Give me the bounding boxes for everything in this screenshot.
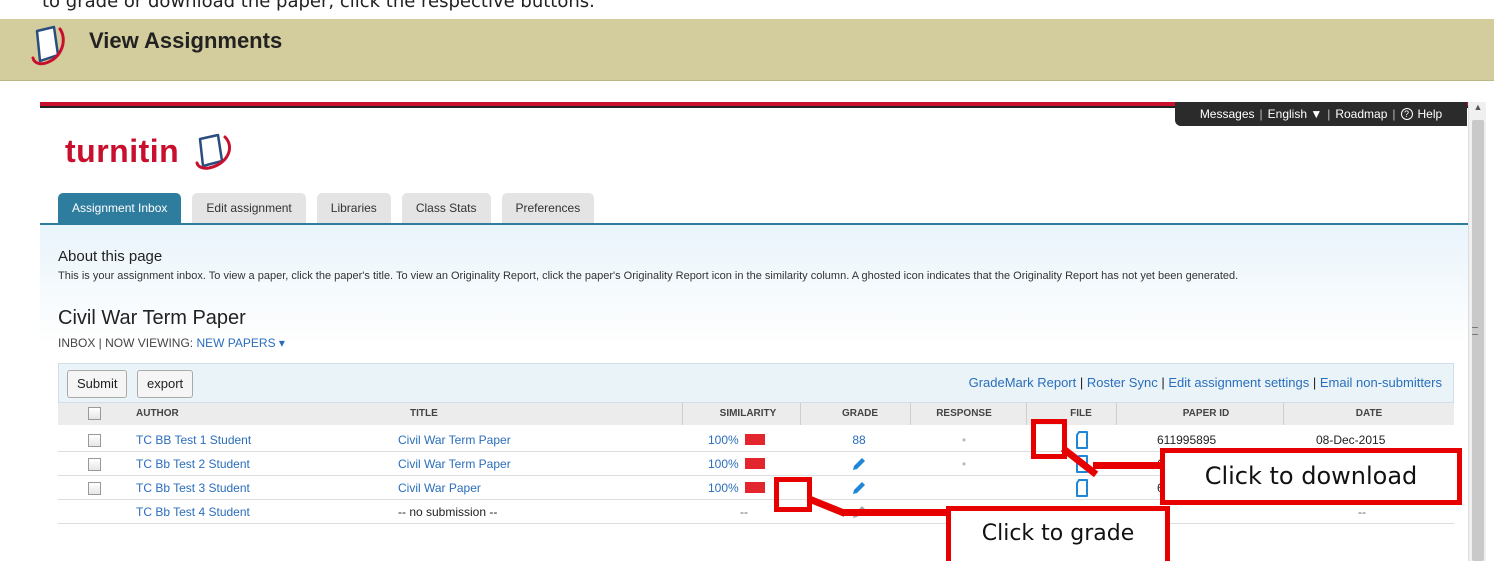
viewing-select[interactable]: NEW PAPERS ▾ — [196, 336, 284, 350]
pencil-icon — [853, 458, 865, 470]
similarity-report[interactable]: 100% — [708, 453, 765, 476]
row-checkbox[interactable] — [88, 482, 101, 495]
turnitin-logo: turnitin — [65, 133, 231, 170]
turnitin-logo-icon — [195, 133, 231, 170]
author-link[interactable]: TC Bb Test 4 Student — [136, 501, 250, 524]
grade-callout-label: Click to grade — [946, 506, 1170, 561]
toolbar-separator: | — [1079, 375, 1084, 390]
grade-button[interactable] — [851, 477, 869, 500]
tab-assignment-inbox[interactable]: Assignment Inbox — [58, 193, 182, 223]
scroll-grip-icon — [1472, 327, 1478, 335]
author-link[interactable]: TC Bb Test 2 Student — [136, 453, 250, 476]
help-icon[interactable]: ? — [1400, 108, 1413, 120]
vertical-scrollbar[interactable]: ▲ — [1468, 102, 1486, 561]
top-utility-bar: Messages | English ▼ | Roadmap | ? Help — [1175, 102, 1467, 126]
viewing-filter: INBOX | NOW VIEWING: NEW PAPERS ▾ — [58, 336, 285, 350]
tab-edit-assignment[interactable]: Edit assignment — [192, 193, 306, 223]
assignment-title: Civil War Term Paper — [58, 307, 246, 329]
similarity-bar-icon — [744, 458, 765, 469]
about-title: About this page — [58, 248, 163, 265]
toolbar-separator: | — [1161, 375, 1165, 390]
col-date[interactable]: DATE — [1314, 403, 1424, 425]
paper-title-link[interactable]: Civil War Term Paper — [398, 453, 511, 476]
help-link[interactable]: Help — [1418, 107, 1443, 121]
col-response[interactable]: RESPONSE — [924, 403, 1004, 425]
export-button[interactable]: export — [137, 370, 194, 398]
author-link[interactable]: TC Bb Test 3 Student — [136, 477, 250, 500]
similarity-bar-icon — [744, 434, 765, 445]
caption-label: to grade or download the paper, click th… — [42, 0, 595, 12]
page-title: View Assignments — [89, 28, 283, 53]
edit-assignment-settings-link[interactable]: Edit assignment settings — [1168, 375, 1309, 390]
download-callout-label: Click to download — [1160, 448, 1462, 505]
similarity-value: 100% — [708, 457, 739, 471]
language-select[interactable]: English ▼ — [1268, 107, 1323, 121]
col-similarity[interactable]: SIMILARITY — [708, 403, 788, 425]
similarity-value: 100% — [708, 481, 739, 495]
column-separator — [910, 403, 911, 425]
topbar-separator: | — [1259, 107, 1263, 121]
pencil-icon — [853, 482, 865, 494]
similarity-value: 100% — [708, 433, 739, 447]
topbar-separator: | — [1392, 107, 1396, 121]
tab-libraries[interactable]: Libraries — [316, 193, 391, 223]
column-separator — [1283, 403, 1284, 425]
response-indicator: • — [961, 433, 967, 447]
email-non-submitters-link[interactable]: Email non-submitters — [1320, 375, 1442, 390]
response-indicator: • — [961, 457, 967, 471]
similarity-report[interactable]: 100% — [708, 429, 765, 452]
similarity-empty: -- — [740, 505, 748, 519]
download-highlight-box — [1031, 419, 1067, 459]
column-separator — [1116, 403, 1117, 425]
column-separator — [800, 403, 801, 425]
viewing-prefix: INBOX | NOW VIEWING: — [58, 336, 194, 350]
file-download-icon — [1076, 431, 1088, 449]
turnitin-panel: Messages | English ▼ | Roadmap | ? Help … — [0, 81, 1494, 561]
roadmap-link[interactable]: Roadmap — [1335, 107, 1387, 121]
paper-title-link[interactable]: Civil War Term Paper — [398, 429, 511, 452]
paper-title-link[interactable]: Civil War Paper — [398, 477, 481, 500]
col-author[interactable]: AUTHOR — [136, 403, 179, 425]
col-paper-id[interactable]: PAPER ID — [1154, 403, 1258, 425]
table-header: AUTHOR TITLE SIMILARITY GRADE RESPONSE F… — [58, 403, 1454, 425]
row-checkbox[interactable] — [88, 458, 101, 471]
author-link[interactable]: TC BB Test 1 Student — [136, 429, 251, 452]
caption-text: to grade or download the paper, click th… — [0, 0, 1494, 19]
topbar-separator: | — [1327, 107, 1331, 121]
about-text: This is your assignment inbox. To view a… — [58, 270, 1239, 282]
grade-callout-line — [842, 509, 950, 516]
file-download-icon — [1076, 479, 1088, 497]
row-checkbox[interactable] — [88, 434, 101, 447]
grademark-report-link[interactable]: GradeMark Report — [969, 375, 1077, 390]
similarity-report[interactable]: 100% — [708, 477, 765, 500]
tab-class-stats[interactable]: Class Stats — [401, 193, 491, 223]
messages-link[interactable]: Messages — [1200, 107, 1255, 121]
tab-bar: Assignment Inbox Edit assignment Librari… — [58, 193, 595, 223]
toolbar-separator: | — [1312, 375, 1317, 390]
select-all-checkbox[interactable] — [88, 407, 101, 420]
roster-sync-link[interactable]: Roster Sync — [1087, 375, 1158, 390]
submit-button[interactable]: Submit — [67, 370, 128, 398]
grade-button[interactable] — [851, 453, 869, 476]
col-grade[interactable]: GRADE — [828, 403, 892, 425]
col-title[interactable]: TITLE — [410, 403, 438, 425]
scroll-thumb[interactable] — [1472, 120, 1484, 561]
file-download-button[interactable] — [1075, 477, 1095, 500]
column-separator — [1026, 403, 1027, 425]
file-download-button[interactable] — [1075, 429, 1095, 452]
similarity-bar-icon — [744, 482, 765, 493]
grade-highlight-box — [774, 477, 812, 512]
grade-link[interactable]: 88 — [846, 429, 872, 452]
scroll-up-arrow-icon[interactable]: ▲ — [1472, 102, 1484, 116]
download-callout-line — [1093, 462, 1163, 469]
page-header: View Assignments — [0, 19, 1494, 81]
toolbar-links: GradeMark Report | Roster Sync | Edit as… — [969, 375, 1442, 390]
inbox-toolbar: Submit export GradeMark Report | Roster … — [58, 363, 1454, 403]
tab-preferences[interactable]: Preferences — [501, 193, 595, 223]
column-separator — [682, 403, 683, 425]
no-submission-label: -- no submission -- — [398, 505, 498, 519]
logo-text: turnitin — [65, 133, 180, 169]
turnitin-logo-icon — [31, 25, 65, 66]
